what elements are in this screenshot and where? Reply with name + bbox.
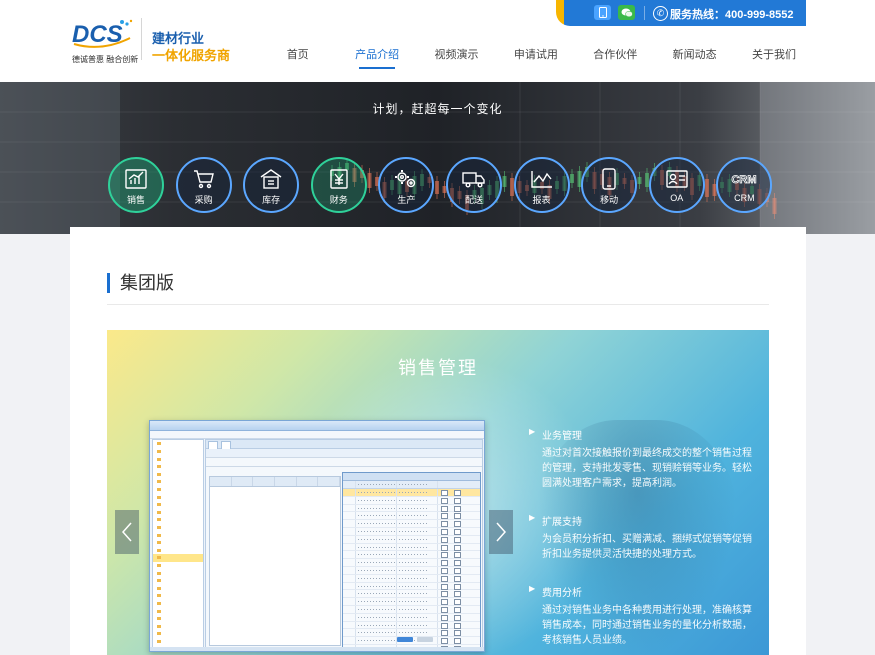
module-delivery[interactable]: 配送 xyxy=(445,157,502,213)
chevron-left-icon xyxy=(122,522,132,542)
dialog-row xyxy=(343,489,480,497)
yuan-icon xyxy=(313,168,365,190)
chevron-right-icon xyxy=(496,522,506,542)
dialog-row xyxy=(343,520,480,528)
dialog-row xyxy=(343,504,480,513)
truck-icon xyxy=(448,168,500,190)
module-label: OA xyxy=(670,193,684,203)
module-inventory[interactable]: 库存 xyxy=(243,157,300,213)
screenshot-grid xyxy=(209,476,341,646)
module-label: 财务 xyxy=(329,195,348,205)
mobile-phone-icon[interactable] xyxy=(594,5,611,20)
module-label: 采购 xyxy=(194,195,213,205)
nav-item-news[interactable]: 新闻动态 xyxy=(655,46,734,66)
banner-slogan: 计划，赶超每一个变化 xyxy=(372,102,503,116)
screenshot-main-area xyxy=(205,439,483,651)
nav-item-home[interactable]: 首页 xyxy=(258,46,337,66)
dialog-row xyxy=(343,590,480,599)
dialog-row xyxy=(343,605,480,614)
mobile-icon xyxy=(583,168,635,190)
feature-cost-analysis: 费用分析 通过对销售业务中各种费用进行处理，准确核算销售成本，同时通过销售业务的… xyxy=(529,584,759,648)
dialog-row xyxy=(343,496,480,505)
feature-title: 扩展支持 xyxy=(529,513,759,528)
feature-extension: 扩展支持 为会员积分折扣、买赠满减、捆绑式促销等促销折扣业务提供灵活快捷的处理方… xyxy=(529,513,759,562)
svg-text:CRM: CRM xyxy=(732,174,757,186)
feature-title: 费用分析 xyxy=(529,584,759,599)
cart-icon xyxy=(178,168,230,190)
company-logo[interactable]: DCS xyxy=(72,18,134,48)
module-label: 配送 xyxy=(464,195,483,205)
module-label: CRM xyxy=(734,193,755,203)
software-screenshot xyxy=(149,420,485,652)
dialog-row xyxy=(343,559,480,567)
slide-prev-button[interactable] xyxy=(115,510,139,554)
site-header: DCS 德诚普惠 融合创新 建材行业 一体化服务商 首页 产品介绍 视频演示 申… xyxy=(0,0,875,82)
module-oa[interactable]: OA xyxy=(648,157,705,213)
screenshot-titlebar xyxy=(150,421,484,431)
screenshot-menubar xyxy=(150,431,484,439)
dialog-row xyxy=(343,543,480,552)
slide-next-button[interactable] xyxy=(489,510,513,554)
dialog-row xyxy=(343,574,480,583)
module-label: 报表 xyxy=(532,195,551,205)
logo-divider xyxy=(141,18,142,60)
report-icon xyxy=(516,168,568,190)
module-label: 生产 xyxy=(397,195,416,205)
oa-icon xyxy=(651,168,703,190)
module-finance[interactable]: 财务 xyxy=(310,157,367,213)
logo-slogan: 德诚普惠 融合创新 xyxy=(72,55,139,64)
feature-business: 业务管理 通过对首次接触报价到最终成交的整个销售过程的管理，支持批发零售、现销赊… xyxy=(529,427,759,491)
dialog-row xyxy=(343,582,480,591)
module-production[interactable]: 生产 xyxy=(378,157,435,213)
screenshot-tree xyxy=(152,439,204,649)
dialog-row xyxy=(343,551,480,560)
hotline-bar: ✆ 服务热线：400-999-8552 xyxy=(556,0,806,26)
dialog-row xyxy=(343,629,480,638)
module-mobile[interactable]: 移动 xyxy=(581,157,638,213)
nav-item-about[interactable]: 关于我们 xyxy=(734,46,813,66)
warehouse-icon xyxy=(245,168,297,190)
module-label: 库存 xyxy=(262,195,281,205)
feature-title: 业务管理 xyxy=(529,427,759,442)
dialog-row xyxy=(343,527,480,536)
tagline-line2: 一体化服务商 xyxy=(152,48,231,63)
hotline-number: 服务热线：400-999-8552 xyxy=(670,9,794,21)
hotline-separator xyxy=(644,6,645,20)
dialog-row xyxy=(343,621,480,630)
slide-title: 销售管理 xyxy=(398,358,478,378)
nav-item-video-demo[interactable]: 视频演示 xyxy=(417,46,496,66)
module-reports[interactable]: 报表 xyxy=(513,157,570,213)
feature-desc: 通过对销售业务中各种费用进行处理，准确核算销售成本，同时通过销售业务的量化分析数… xyxy=(542,605,752,646)
nav-item-partners[interactable]: 合作伙伴 xyxy=(576,46,655,66)
wechat-icon[interactable] xyxy=(618,5,635,20)
screenshot-statusbar xyxy=(150,647,484,651)
nav-item-products[interactable]: 产品介绍 xyxy=(337,46,416,69)
module-sales[interactable]: 销售 xyxy=(108,157,164,213)
product-slide: 销售管理 ▶ 业务管理 通过对首次接触报价到最终成交的整个销售过程的管理，支持批… xyxy=(107,330,769,655)
dialog-row xyxy=(343,566,480,575)
screenshot-dialog xyxy=(342,472,481,651)
dialog-row xyxy=(343,613,480,622)
main-nav: 首页 产品介绍 视频演示 申请试用 合作伙伴 新闻动态 关于我们 xyxy=(258,46,814,69)
dialog-row xyxy=(343,535,480,544)
module-crm[interactable]: CRM CRM xyxy=(716,157,773,213)
dialog-row xyxy=(343,512,480,521)
section-divider xyxy=(107,304,769,305)
module-row: 销售 采购 库存 财务 生产 配送 报表 移动 OA CRM CRM xyxy=(108,157,784,213)
module-purchase[interactable]: 采购 xyxy=(175,157,232,213)
sales-chart-icon xyxy=(110,168,162,190)
section-title: 集团版 xyxy=(107,273,174,293)
gears-icon xyxy=(380,168,432,190)
feature-desc: 通过对首次接触报价到最终成交的整个销售过程的管理，支持批发零售、现销赊销等业务。… xyxy=(542,448,752,489)
nav-item-trial[interactable]: 申请试用 xyxy=(496,46,575,66)
module-label: 销售 xyxy=(126,195,145,205)
telephone-icon: ✆ xyxy=(653,6,668,21)
module-label: 移动 xyxy=(600,195,619,205)
dialog-row xyxy=(343,598,480,606)
crm-icon: CRM xyxy=(718,168,770,190)
hero-banner: 计划，赶超每一个变化 销售 采购 库存 财务 生产 配送 报表 移动 OA CR… xyxy=(0,82,875,234)
feature-desc: 为会员积分折扣、买赠满减、捆绑式促销等促销折扣业务提供灵活快捷的处理方式。 xyxy=(542,534,752,560)
